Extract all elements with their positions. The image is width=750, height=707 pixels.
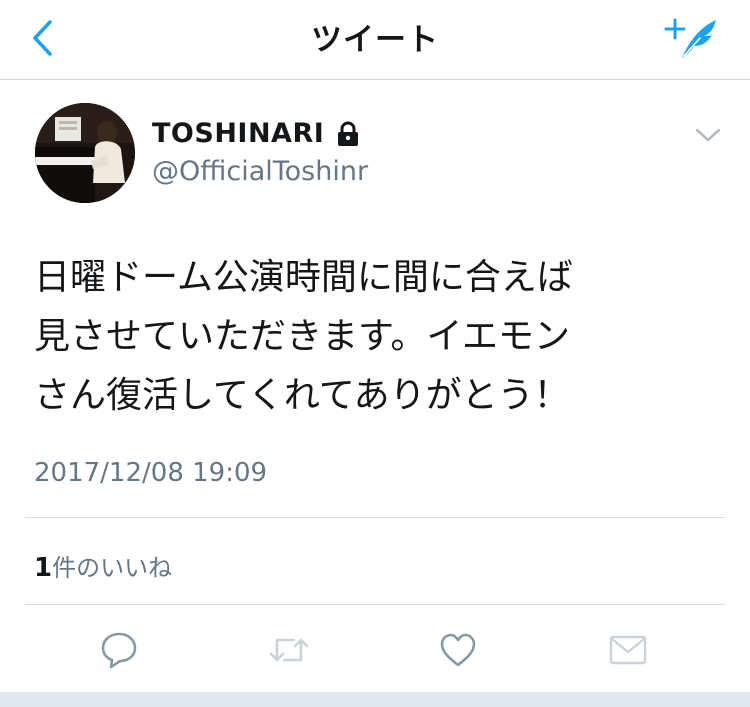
bottom-separator	[0, 692, 750, 707]
author-name-row[interactable]: TOSHINARI	[152, 118, 360, 149]
divider	[25, 604, 725, 605]
lock-icon	[336, 120, 360, 147]
tweet-timestamp: 2017/12/08 19:09	[34, 458, 268, 488]
user-handle[interactable]: @OfficialToshinr	[152, 156, 368, 187]
divider	[25, 517, 725, 518]
tweet-text: 日曜ドーム公演時間に間に合えば 見させていただきます。イエモン さん復活してくれ…	[34, 257, 573, 416]
chevron-down-icon	[695, 128, 721, 142]
likes-label: 件のいいね	[52, 554, 173, 582]
display-name: TOSHINARI	[152, 118, 325, 149]
like-button[interactable]	[430, 624, 486, 676]
navigation-bar: ツイート	[0, 0, 750, 80]
retweet-button	[261, 624, 317, 676]
tweet-menu-button[interactable]	[690, 120, 726, 150]
direct-message-button[interactable]	[600, 624, 656, 676]
likes-summary[interactable]: 1件のいいね	[34, 548, 172, 583]
heart-icon	[440, 633, 476, 667]
envelope-icon	[609, 635, 647, 665]
reply-icon	[101, 632, 137, 669]
likes-count: 1	[34, 553, 53, 583]
avatar-photo	[35, 103, 135, 203]
page-title: ツイート	[311, 22, 439, 58]
retweet-icon	[269, 638, 309, 662]
compose-tweet-icon	[664, 18, 716, 58]
reply-button[interactable]	[91, 624, 147, 676]
avatar[interactable]	[35, 103, 135, 203]
compose-tweet-button[interactable]	[664, 14, 724, 62]
